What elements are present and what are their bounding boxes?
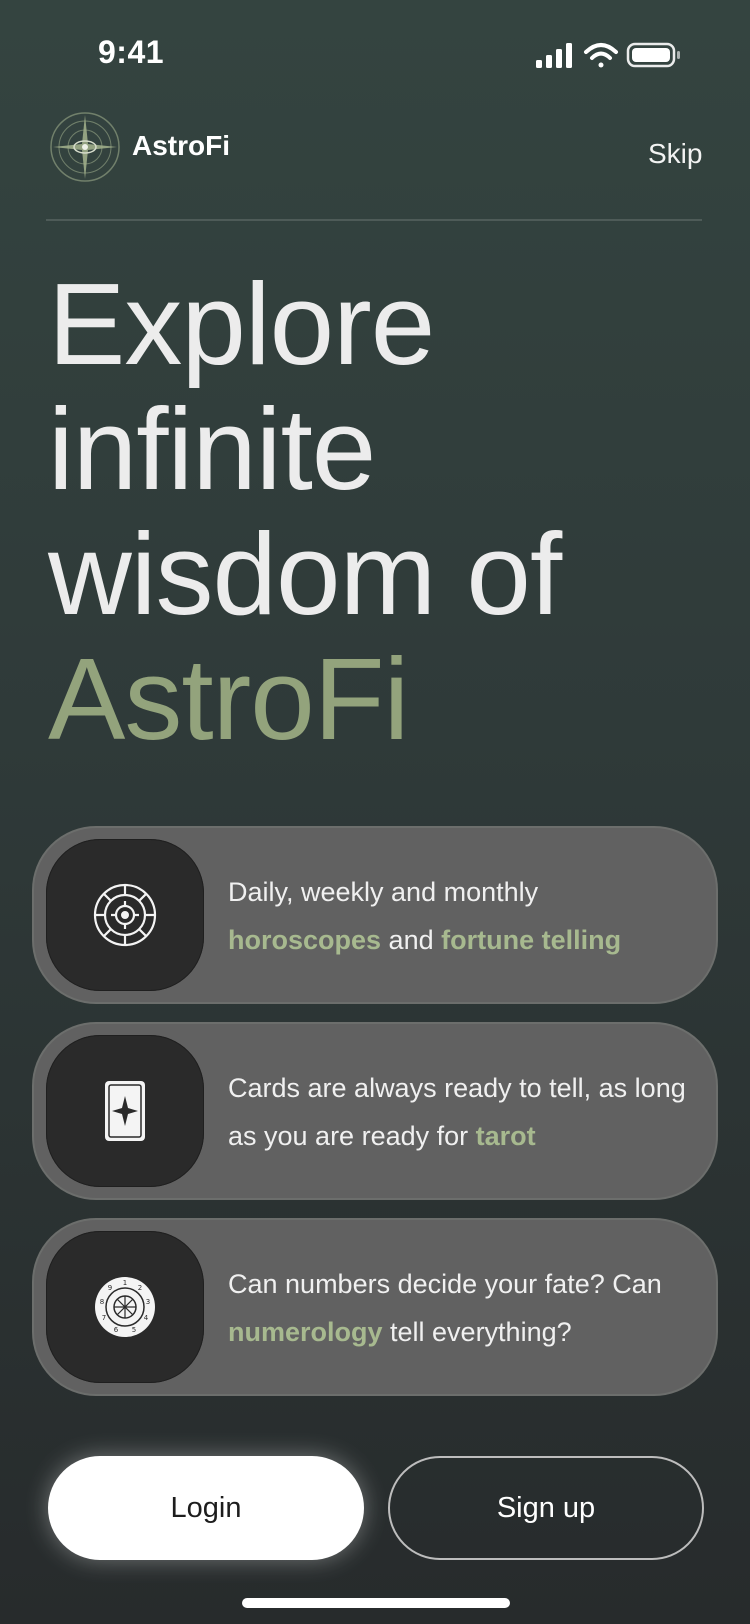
svg-text:6: 6 [114, 1326, 119, 1334]
home-indicator[interactable] [242, 1598, 510, 1608]
header-divider [46, 219, 702, 221]
feature-card-horoscopes[interactable]: Daily, weekly and monthly horoscopes and… [32, 826, 718, 1004]
feature-text-part: Can numbers decide your fate? Can [228, 1269, 662, 1299]
feature-card-numerology[interactable]: 1 2 3 4 5 6 7 8 9 Can numbers decide you… [32, 1218, 718, 1396]
svg-text:8: 8 [100, 1298, 104, 1306]
svg-text:9: 9 [108, 1284, 112, 1292]
feature-text-part: and [381, 925, 442, 955]
zodiac-wheel-icon [93, 883, 157, 947]
svg-text:2: 2 [138, 1284, 142, 1292]
cellular-signal-icon [536, 43, 572, 68]
hero-line: wisdom of [48, 509, 562, 639]
feature-text-part: tell everything? [382, 1317, 572, 1347]
wifi-icon [584, 43, 618, 68]
svg-text:1: 1 [123, 1279, 127, 1287]
signup-button[interactable]: Sign up [388, 1456, 704, 1560]
feature-card-tarot[interactable]: Cards are always ready to tell, as long … [32, 1022, 718, 1200]
keyword-numerology: numerology [228, 1317, 383, 1347]
skip-button[interactable]: Skip [648, 138, 702, 170]
status-time: 9:41 [98, 34, 165, 70]
svg-text:4: 4 [144, 1314, 149, 1322]
login-button[interactable]: Login [48, 1456, 364, 1560]
feature-text: Daily, weekly and monthly horoscopes and… [228, 868, 698, 964]
keyword-tarot: tarot [475, 1121, 536, 1151]
feature-icon-box: 1 2 3 4 5 6 7 8 9 [46, 1231, 204, 1383]
astro-compass-logo-icon [48, 110, 122, 184]
svg-text:5: 5 [132, 1326, 136, 1334]
numerology-wheel-icon: 1 2 3 4 5 6 7 8 9 [95, 1277, 155, 1337]
svg-text:7: 7 [102, 1314, 106, 1322]
feature-text-part: Cards are always ready to tell, as long … [228, 1073, 686, 1151]
status-icons [536, 40, 688, 70]
keyword-horoscopes: horoscopes [228, 925, 382, 955]
feature-icon-box [46, 1035, 204, 1187]
feature-text-part: Daily, weekly and monthly [228, 877, 539, 907]
hero-line: infinite [48, 384, 376, 514]
feature-icon-box [46, 839, 204, 991]
svg-text:3: 3 [146, 1298, 150, 1306]
hero-heading: Explore infinite wisdom of AstroFi [48, 259, 562, 764]
battery-icon [626, 42, 680, 68]
feature-text: Can numbers decide your fate? Can numero… [228, 1260, 698, 1356]
hero-line: Explore [48, 259, 435, 389]
brand-name: AstroFi [132, 130, 230, 161]
keyword-fortune-telling: fortune telling [441, 925, 622, 955]
tarot-card-icon [105, 1081, 145, 1141]
feature-text: Cards are always ready to tell, as long … [228, 1064, 698, 1160]
hero-brand-accent: AstroFi [48, 634, 409, 764]
